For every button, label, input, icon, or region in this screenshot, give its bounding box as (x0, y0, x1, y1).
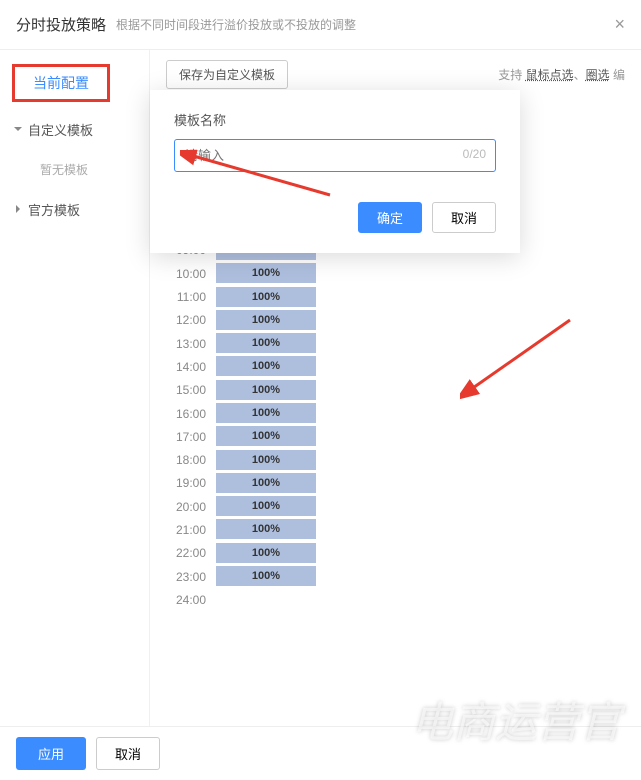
schedule-value-cell[interactable]: 100% (216, 356, 316, 377)
char-count: 0/20 (463, 147, 486, 161)
schedule-time-label: 10:00 (166, 267, 216, 281)
schedule-row[interactable]: 22:00100% (166, 542, 625, 565)
schedule-time-label: 24:00 (166, 593, 216, 607)
schedule-time-label: 13:00 (166, 337, 216, 351)
schedule-row[interactable]: 17:00100% (166, 425, 625, 448)
schedule-row[interactable]: 16:00100% (166, 402, 625, 425)
schedule-value-cell[interactable]: 100% (216, 450, 316, 471)
help-suffix: 编 (613, 68, 625, 82)
schedule-row[interactable]: 11:00100% (166, 285, 625, 308)
schedule-time-label: 21:00 (166, 523, 216, 537)
apply-button[interactable]: 应用 (16, 737, 86, 770)
schedule-row[interactable]: 21:00100% (166, 518, 625, 541)
schedule-time-label: 17:00 (166, 430, 216, 444)
schedule-row[interactable]: 24:00 (166, 588, 625, 611)
schedule-value-cell[interactable]: 100% (216, 380, 316, 401)
schedule-time-label: 20:00 (166, 500, 216, 514)
modal-confirm-button[interactable]: 确定 (358, 202, 422, 233)
schedule-time-label: 11:00 (166, 290, 216, 304)
schedule-value-cell[interactable]: 100% (216, 263, 316, 284)
schedule-time-label: 18:00 (166, 453, 216, 467)
schedule-time-label: 14:00 (166, 360, 216, 374)
schedule-time-label: 15:00 (166, 383, 216, 397)
schedule-value-cell[interactable]: 100% (216, 496, 316, 517)
close-icon[interactable]: × (614, 14, 625, 35)
modal-cancel-button[interactable]: 取消 (432, 202, 496, 233)
dialog-title: 分时投放策略 (16, 14, 106, 35)
schedule-row[interactable]: 18:00100% (166, 448, 625, 471)
schedule-value-cell[interactable]: 100% (216, 566, 316, 587)
help-link-box[interactable]: 圈选 (586, 68, 610, 82)
dialog-subtitle: 根据不同时间段进行溢价投放或不投放的调整 (116, 16, 356, 33)
schedule-row[interactable]: 15:00100% (166, 379, 625, 402)
watermark: 电商运营官 (411, 689, 621, 750)
sidebar-item-empty: 暂无模板 (0, 151, 149, 188)
schedule-value-cell[interactable]: 100% (216, 473, 316, 494)
schedule-row[interactable]: 23:00100% (166, 565, 625, 588)
save-as-template-button[interactable]: 保存为自定义模板 (166, 60, 288, 89)
modal-field-label: 模板名称 (174, 110, 496, 129)
schedule-time-label: 19:00 (166, 476, 216, 490)
schedule-value-cell[interactable]: 100% (216, 310, 316, 331)
template-name-input[interactable] (174, 139, 496, 172)
schedule-value-cell[interactable]: 100% (216, 519, 316, 540)
toolbar: 保存为自定义模板 支持 鼠标点选、圈选 编 (166, 60, 625, 89)
help-link-click[interactable]: 鼠标点选 (526, 68, 574, 82)
dialog-header: 分时投放策略 根据不同时间段进行溢价投放或不投放的调整 × (0, 0, 641, 50)
schedule-value-cell[interactable]: 100% (216, 333, 316, 354)
schedule-value-cell[interactable]: 100% (216, 403, 316, 424)
sidebar: 当前配置 自定义模板 暂无模板 官方模板 (0, 50, 150, 730)
tab-current-config[interactable]: 当前配置 (12, 64, 110, 102)
sidebar-group-official-template[interactable]: 官方模板 (0, 188, 149, 231)
toolbar-help: 支持 鼠标点选、圈选 编 (498, 66, 625, 83)
schedule-row[interactable]: 12:00100% (166, 309, 625, 332)
sidebar-group-custom-template[interactable]: 自定义模板 (0, 108, 149, 151)
help-prefix: 支持 (498, 68, 522, 82)
schedule-row[interactable]: 19:00100% (166, 472, 625, 495)
schedule-row[interactable]: 14:00100% (166, 355, 625, 378)
schedule-value-cell[interactable]: 100% (216, 543, 316, 564)
help-sep: 、 (574, 68, 586, 82)
schedule-time-label: 12:00 (166, 313, 216, 327)
schedule-value-cell[interactable]: 100% (216, 426, 316, 447)
sidebar-group-label: 自定义模板 (28, 123, 93, 138)
schedule-row[interactable]: 10:00100% (166, 262, 625, 285)
save-template-modal: 模板名称 0/20 确定 取消 (150, 90, 520, 253)
schedule-time-label: 22:00 (166, 546, 216, 560)
schedule-row[interactable]: 13:00100% (166, 332, 625, 355)
sidebar-group-label: 官方模板 (28, 203, 80, 218)
schedule-time-label: 23:00 (166, 570, 216, 584)
schedule-value-cell[interactable]: 100% (216, 287, 316, 308)
cancel-button[interactable]: 取消 (96, 737, 160, 770)
schedule-row[interactable]: 20:00100% (166, 495, 625, 518)
schedule-time-label: 16:00 (166, 407, 216, 421)
